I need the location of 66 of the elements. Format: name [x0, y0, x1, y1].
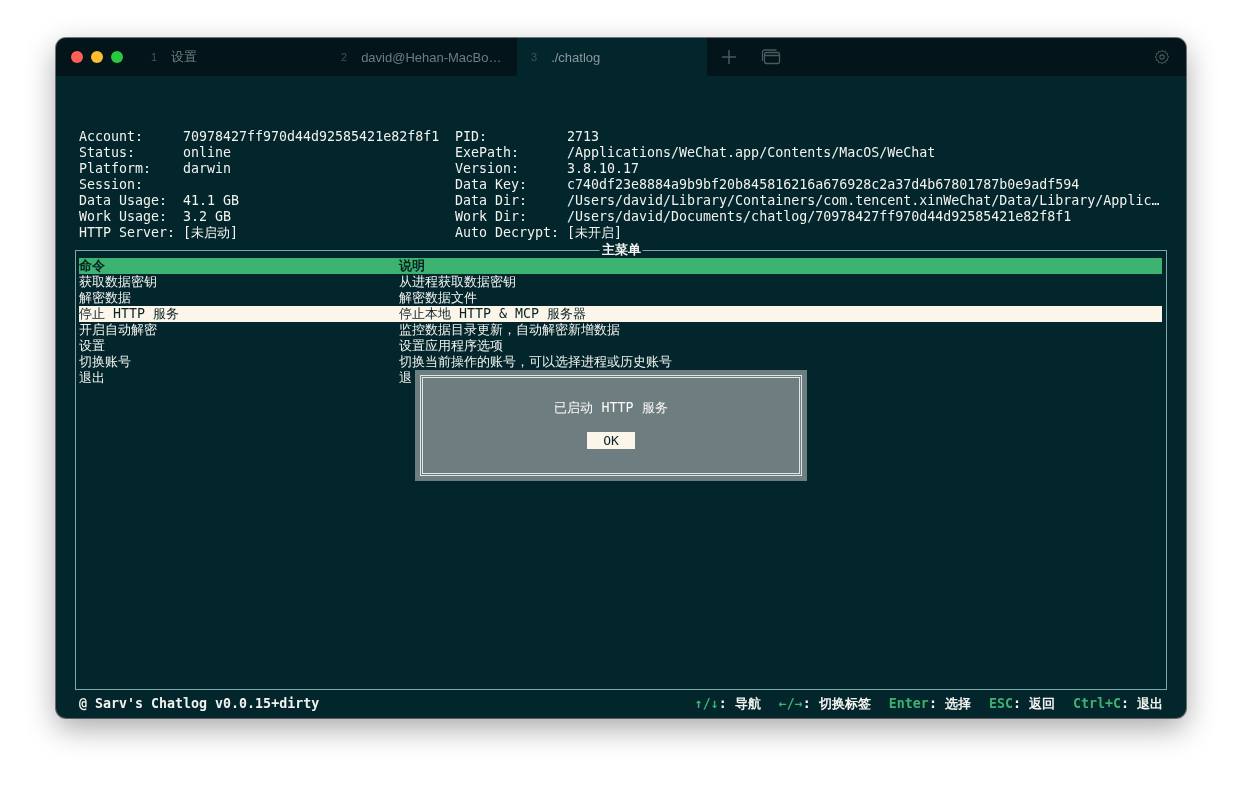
column-header: 命令: [79, 258, 106, 274]
app-version: @ Sarv's Chatlog v0.0.15+dirty: [79, 695, 320, 712]
menu-description: 切换当前操作的账号，可以选择进程或历史账号: [399, 354, 672, 370]
menu-description: 退: [399, 370, 412, 386]
info-label: HTTP Server:: [79, 225, 177, 241]
info-value: 70978427ff970d44d92585421e82f8f1: [183, 129, 440, 145]
menu-item[interactable]: 开启自动解密 监控数据目录更新，自动解密新增数据: [79, 322, 1162, 338]
menu-item[interactable]: 切换账号 切换当前操作的账号，可以选择进程或历史账号: [79, 354, 1162, 370]
menu-command: 开启自动解密: [79, 322, 158, 338]
info-label: Data Usage:: [79, 193, 169, 209]
ok-button[interactable]: OK: [587, 432, 635, 449]
info-label: Version:: [455, 161, 521, 177]
minimize-button[interactable]: [91, 51, 103, 63]
close-button[interactable]: [71, 51, 83, 63]
info-label: PID:: [455, 129, 489, 145]
key-hint: Ctrl+C: 退出: [1072, 695, 1163, 712]
menu-item[interactable]: 解密数据 解密数据文件: [79, 290, 1162, 306]
menu-command: 停止 HTTP 服务: [79, 306, 181, 322]
info-value: 3.2 GB: [183, 209, 232, 225]
info-value: 3.8.10.17: [567, 161, 640, 177]
info-label: ExePath:: [455, 145, 521, 161]
info-value: [未启动]: [183, 225, 238, 241]
zoom-button[interactable]: [111, 51, 123, 63]
info-value: darwin: [183, 161, 232, 177]
info-value: /Users/david/Documents/chatlog/70978427ff970d44d92585421e82f8f1: [567, 209, 1072, 225]
windows-icon[interactable]: [761, 49, 781, 65]
info-label: Data Key:: [455, 177, 529, 193]
info-label: Auto Decrypt:: [455, 225, 561, 241]
column-header: 说明: [399, 258, 425, 274]
info-label: Account:: [79, 129, 145, 145]
menu-command: 切换账号: [79, 354, 132, 370]
info-label: Data Dir:: [455, 193, 529, 209]
terminal-tab[interactable]: 3 ./chatlog: [517, 38, 707, 76]
info-value: online: [183, 145, 232, 161]
info-label: Session:: [79, 177, 145, 193]
key-hint: ←/→: 切换标签: [778, 695, 871, 712]
info-label: Work Dir:: [455, 209, 529, 225]
menu-item[interactable]: 获取数据密钥 从进程获取数据密钥: [79, 274, 1162, 290]
info-label: Status:: [79, 145, 137, 161]
menu-description: 解密数据文件: [399, 290, 477, 306]
menu-description: 停止本地 HTTP & MCP 服务器: [399, 306, 587, 322]
info-value: 2713: [567, 129, 600, 145]
menu-command: 解密数据: [79, 290, 132, 306]
info-label: Platform:: [79, 161, 153, 177]
menu-description: 监控数据目录更新，自动解密新增数据: [399, 322, 620, 338]
info-value: c740df23e8884a9b9bf20b845816216a676928c2a37d4b67801787b0e9adf594: [567, 177, 1080, 193]
menu-item[interactable]: 退出 退: [79, 370, 1162, 386]
menu-command: 获取数据密钥: [79, 274, 158, 290]
key-hint: ↑/↓: 导航: [694, 695, 761, 712]
menu-description: 从进程获取数据密钥: [399, 274, 516, 290]
menu-item[interactable]: 设置 设置应用程序选项: [79, 338, 1162, 354]
menu-command: 设置: [79, 338, 106, 354]
info-value: 41.1 GB: [183, 193, 240, 209]
info-value: /Users/david/Library/Containers/com.tencent.xinWeChat/Data/Library/Applic…: [567, 193, 1160, 209]
terminal-tab[interactable]: 2 david@Hehan-MacBo…: [327, 38, 517, 76]
dialog-message: 已启动 HTTP 服务: [554, 400, 668, 416]
info-value: [未开启]: [567, 225, 622, 241]
info-value: /Applications/WeChat.app/Contents/MacOS/WeChat: [567, 145, 936, 161]
menu-command: 退出: [79, 370, 106, 386]
terminal-tab[interactable]: 1 设置: [137, 38, 327, 76]
menu-title: 主菜单: [599, 242, 643, 258]
key-hint: ESC: 返回: [988, 695, 1055, 712]
info-label: Work Usage:: [79, 209, 169, 225]
menu-description: 设置应用程序选项: [399, 338, 503, 354]
key-hint: Enter: 选择: [888, 695, 971, 712]
menu-item[interactable]: 停止 HTTP 服务 停止本地 HTTP & MCP 服务器: [79, 306, 1162, 322]
